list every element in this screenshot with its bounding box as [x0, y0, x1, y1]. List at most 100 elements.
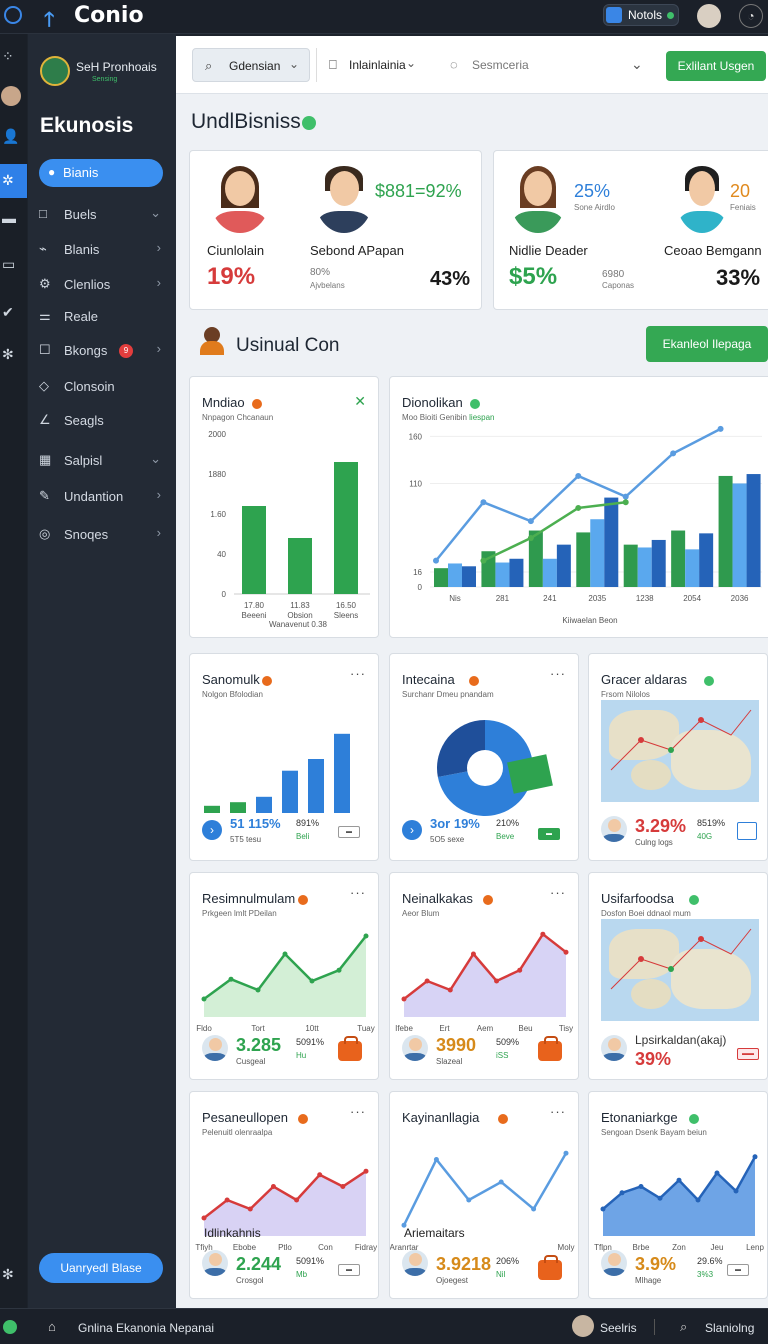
sidebar: SeH Pronhoais Sensing Ekunosis ● Bianis □…	[28, 34, 176, 1308]
data-point	[527, 535, 534, 542]
expand-chevron-icon[interactable]: ⌄	[631, 56, 643, 73]
area-fill	[603, 1156, 755, 1236]
play-circle-icon[interactable]: ›	[202, 820, 222, 840]
map-view[interactable]	[601, 700, 759, 802]
sidebar-item-5[interactable]: ☐ Bkongs 9 ›	[39, 340, 163, 364]
sidebar-item-6[interactable]: ◇ Clonsoin	[39, 376, 163, 400]
tile-value: 3.9%	[635, 1254, 677, 1274]
bar	[509, 558, 524, 587]
tile-card[interactable]: Intecaina Surchanr Dmeu pnandam ··· › 3or 19…	[389, 653, 579, 861]
x-tick-label: 1238	[636, 594, 654, 603]
sidebar-item-7[interactable]: ∠ Seagls	[39, 410, 163, 434]
tile-card[interactable]: Gracer aldaras Frsom Nilolos 3.29% Culng lo…	[588, 653, 768, 861]
shopping-bag-icon[interactable]	[538, 1255, 562, 1280]
status-dot-icon	[252, 399, 262, 409]
primary-action-button[interactable]: Exlilant Usgen	[666, 51, 766, 81]
printer-icon[interactable]	[737, 822, 757, 840]
sidebar-item-10[interactable]: ◎ Snoqes ›	[39, 524, 163, 548]
bar	[576, 532, 591, 587]
data-point	[622, 499, 629, 506]
folder-icon[interactable]: ▭	[2, 256, 15, 273]
play-circle-icon[interactable]: ›	[402, 820, 422, 840]
more-icon[interactable]: ···	[350, 666, 366, 681]
status-user[interactable]: Seelris	[600, 1321, 637, 1335]
truck-icon[interactable]: ▬	[2, 210, 16, 226]
tile-card[interactable]: Neinalkakas Aeor Blum ··· Ifebe Ert Aem Beu Tis…	[389, 872, 579, 1080]
user-icon[interactable]: 👤	[2, 128, 19, 145]
tag-icon[interactable]: ▬	[338, 826, 360, 838]
sidebar-item-3[interactable]: ⚙ Clenlios ›	[39, 274, 163, 298]
sidebar-item-8[interactable]: ▦ Salpisl ⌄	[39, 450, 163, 474]
sidebar-item-label: Reale	[64, 309, 98, 324]
bar	[542, 558, 557, 587]
sidebar-item-active[interactable]: ● Bianis	[39, 159, 163, 187]
close-icon[interactable]: ✕	[354, 393, 366, 410]
avatar	[202, 1250, 228, 1276]
data-point	[563, 1150, 569, 1156]
more-icon[interactable]: ···	[550, 666, 566, 681]
tile-card[interactable]: Kayinanllagia ··· Aranrtar Moly Ariemaitars 3…	[389, 1091, 579, 1299]
brand-logo-icon	[40, 56, 70, 86]
tile-card[interactable]: Usifarfoodsa Dosfon Boei ddnaol mum 39% Lps…	[588, 872, 768, 1080]
more-icon[interactable]: ···	[550, 885, 566, 900]
tag-icon[interactable]: ▬	[338, 1264, 360, 1276]
notif-app-icon	[606, 7, 622, 23]
status-dot-icon	[297, 1114, 308, 1124]
shopping-bag-icon[interactable]	[538, 1036, 562, 1061]
wrench-icon[interactable]: ✔	[2, 304, 14, 321]
notifications-button[interactable]: Notols	[603, 4, 679, 26]
stat-name: Ceoao Bemgann	[664, 243, 762, 258]
data-point	[433, 1157, 439, 1162]
x-tick-label: Ert	[439, 1024, 450, 1033]
more-icon[interactable]: ···	[350, 1104, 366, 1119]
sidebar-bottom-button[interactable]: Uanryedl Blase	[39, 1253, 163, 1283]
sidebar-item-1[interactable]: □ Buels ⌄	[39, 204, 163, 228]
brand[interactable]: SeH Pronhoais Sensing	[40, 56, 170, 90]
stat-card-left: Ciunlolain 19% $881=92% Sebond APapan 80…	[189, 150, 482, 310]
rail-avatar[interactable]	[1, 86, 21, 106]
home-icon[interactable]: ⌂	[48, 1319, 56, 1334]
tile-card[interactable]: Resimnulmulam Prkgeen lmlt PDeilan ··· Fldo…	[189, 872, 379, 1080]
tag-icon[interactable]: ▬	[727, 1264, 749, 1276]
search-icon[interactable]: ⌕	[680, 1319, 687, 1335]
map-view[interactable]	[601, 919, 759, 1021]
more-icon[interactable]: ···	[350, 885, 366, 900]
data-point	[563, 949, 569, 955]
sidebar-item-4[interactable]: ⚌ Reale	[39, 306, 163, 330]
settings-icon[interactable]: ✲	[2, 172, 14, 189]
filter-dropdown[interactable]: ⌕ Gdensian ⌄	[192, 48, 310, 82]
sidebar-item-icon: ⚙	[39, 276, 51, 291]
tag-icon[interactable]: ▬▬	[737, 1048, 759, 1060]
x-tick-label: 2054	[683, 594, 701, 603]
chevron-icon: ›	[156, 341, 161, 356]
status-right[interactable]: Slaniolng	[705, 1321, 754, 1335]
chevron-icon: ›	[156, 240, 161, 255]
search-input[interactable]: ◌ Sesmceria	[438, 48, 638, 82]
x-tick-label: 11.83	[290, 601, 310, 610]
user-avatar[interactable]	[697, 4, 721, 28]
sidebar-item-2[interactable]: ⌁ Blanis ›	[39, 239, 163, 263]
tile-card[interactable]: Pesaneullopen Pelenuitl olenraalpa ··· Tfiy…	[189, 1091, 379, 1299]
more-icon[interactable]: ···	[550, 1104, 566, 1119]
bar	[699, 533, 714, 587]
view-dropdown[interactable]: ⎕ Inlainlainia ⌄	[316, 48, 426, 82]
profile-icon[interactable]: ◔	[739, 4, 763, 28]
status-avatar[interactable]	[572, 1315, 594, 1337]
tag-icon[interactable]: ▬	[538, 828, 560, 840]
x-tick-label: Tisy	[559, 1024, 573, 1033]
section-action-button[interactable]: Ekanleol Ilepaga	[646, 326, 768, 362]
gear-icon[interactable]: ✻	[2, 346, 14, 363]
stat-extra: $881=92%	[375, 181, 462, 201]
tile-card[interactable]: Sanomulk Nolgon Bfolodian ··· › 51 115% 5T5 t…	[189, 653, 379, 861]
bottom-gear-icon[interactable]: ✻	[2, 1266, 14, 1283]
stat-extra: 25%	[574, 181, 611, 201]
tile-card[interactable]: Etonaniarkge Sengoan Dsenk Bayam beiun Tfl…	[588, 1091, 768, 1299]
x-axis-label: Kiiwaelan Beon	[562, 616, 617, 625]
grid-icon[interactable]: ⁘	[2, 48, 14, 65]
bar	[556, 544, 571, 587]
sidebar-item-label: Undantion	[64, 489, 124, 504]
sidebar-item-9[interactable]: ✎ Undantion ›	[39, 486, 163, 510]
tile-title: Etonaniarkge	[601, 1110, 678, 1125]
window-circle-icon[interactable]	[4, 6, 22, 24]
shopping-bag-icon[interactable]	[338, 1036, 362, 1061]
